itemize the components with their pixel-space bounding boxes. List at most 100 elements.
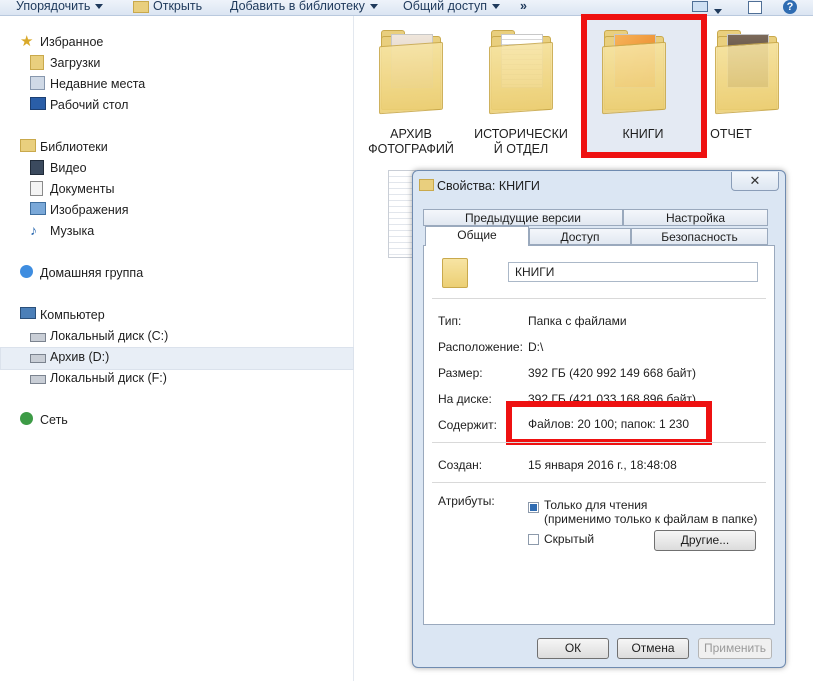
downloads-icon (30, 55, 44, 70)
tab-sharing[interactable]: Доступ (529, 228, 631, 245)
view-options-dropdown[interactable] (714, 4, 722, 18)
view-options-icon[interactable] (692, 1, 708, 12)
folder-front (715, 41, 779, 115)
tab-general[interactable]: Общие (425, 226, 529, 246)
folder-front (489, 41, 553, 115)
hidden-label: Скрытый (544, 532, 595, 546)
folder-label-line1: КНИГИ (622, 127, 664, 141)
more-commands-button[interactable]: » (520, 0, 527, 13)
folder-label-line2: Й ОТДЕЛ (493, 142, 549, 156)
nav-disk-f-label: Локальный диск (F:) (50, 371, 167, 385)
preview-pane-icon[interactable] (748, 1, 762, 14)
size-label: Размер: (438, 366, 483, 380)
folder-label-books: КНИГИ (598, 127, 688, 142)
drive-icon (30, 375, 46, 384)
type-value: Папка с файлами (528, 314, 627, 328)
cancel-button[interactable]: Отмена (617, 638, 689, 659)
nav-downloads-label: Загрузки (50, 56, 101, 70)
general-panel: КНИГИ Тип: Папка с файлами Расположение:… (423, 245, 775, 625)
folder-label-line1: ОТЧЕТ (710, 127, 752, 141)
folder-archive-photos[interactable] (379, 30, 443, 115)
organize-menu[interactable]: Упорядочить (16, 0, 104, 13)
close-icon: ✕ (749, 173, 761, 188)
folder-front (379, 41, 443, 115)
apply-button[interactable]: Применить (698, 638, 772, 659)
chevron-down-icon (714, 9, 722, 15)
hidden-checkbox[interactable] (528, 534, 539, 545)
nav-network-label: Сеть (40, 413, 68, 427)
close-button[interactable]: ✕ (731, 172, 779, 191)
nav-homegroup-label: Домашняя группа (40, 266, 144, 280)
nav-disk-d-label: Архив (D:) (50, 350, 110, 364)
contains-value: Файлов: 20 100; папок: 1 230 (528, 417, 690, 431)
folder-label-report: ОТЧЕТ (705, 127, 757, 142)
windows-drive-icon (30, 333, 46, 342)
open-label: Открыть (153, 0, 203, 13)
location-value: D:\ (528, 340, 544, 354)
folder-books[interactable] (602, 30, 666, 115)
other-attributes-button[interactable]: Другие... (654, 530, 756, 551)
chevron-down-icon (369, 4, 378, 10)
readonly-checkbox[interactable] (528, 502, 539, 513)
divider (432, 442, 766, 443)
chevron-down-icon (491, 4, 500, 10)
size-on-disk-label: На диске: (438, 392, 492, 406)
nav-computer-label: Компьютер (40, 308, 105, 322)
folder-label-archive: АРХИВ ФОТОГРАФИЙ (366, 127, 456, 157)
properties-dialog: Свойства: КНИГИ ✕ Предыдущие версии Наст… (412, 170, 786, 668)
nav-video-label: Видео (50, 161, 87, 175)
recent-places-icon (30, 76, 45, 90)
dialog-title: Свойства: КНИГИ (437, 179, 540, 193)
type-label: Тип: (438, 314, 462, 328)
created-value: 15 января 2016 г., 18:48:08 (528, 458, 677, 472)
drive-icon (30, 354, 46, 363)
folder-label-line1: ИСТОРИЧЕСКИ (474, 127, 568, 141)
help-icon[interactable]: ? (783, 0, 797, 14)
nav-favorites-label: Избранное (40, 35, 104, 49)
open-button[interactable]: Открыть (133, 0, 202, 13)
readonly-label: Только для чтения (544, 498, 648, 512)
nav-libraries-label: Библиотеки (40, 140, 108, 154)
organize-label: Упорядочить (16, 0, 91, 13)
share-menu[interactable]: Общий доступ (403, 0, 500, 13)
folder-icon (442, 258, 468, 288)
nav-desktop-label: Рабочий стол (50, 98, 129, 112)
share-label: Общий доступ (403, 0, 487, 13)
location-label: Расположение: (438, 340, 523, 354)
chevron-down-icon (95, 4, 104, 10)
readonly-note: (применимо только к файлам в папке) (544, 512, 758, 526)
folder-label-line1: АРХИВ (390, 127, 432, 141)
folder-label-history: ИСТОРИЧЕСКИ Й ОТДЕЛ (474, 127, 568, 157)
folder-report[interactable] (715, 30, 779, 115)
documents-icon (30, 181, 43, 196)
add-to-library-menu[interactable]: Добавить в библиотеку (230, 0, 378, 13)
folder-name-input[interactable]: КНИГИ (508, 262, 758, 282)
video-icon (30, 160, 44, 175)
folder-history-dept[interactable] (489, 30, 553, 115)
attributes-label: Атрибуты: (438, 494, 495, 508)
homegroup-icon (20, 265, 33, 278)
contains-label: Содержит: (438, 418, 497, 432)
tab-customize[interactable]: Настройка (623, 209, 768, 226)
nav-disk-c-label: Локальный диск (C:) (50, 329, 169, 343)
images-icon (30, 202, 46, 215)
divider (432, 482, 766, 483)
desktop-icon (30, 97, 46, 110)
star-icon: ★ (20, 33, 34, 50)
computer-icon (20, 307, 36, 319)
nav-documents-label: Документы (50, 182, 115, 196)
add-library-label: Добавить в библиотеку (230, 0, 365, 13)
music-icon: ♪ (30, 222, 37, 238)
ok-button[interactable]: ОК (537, 638, 609, 659)
folder-label-line2: ФОТОГРАФИЙ (368, 142, 454, 156)
tab-security[interactable]: Безопасность (631, 228, 768, 245)
folder-icon (419, 179, 434, 191)
divider (432, 298, 766, 299)
navigation-pane: ★ Избранное Загрузки Недавние места Рабо… (0, 16, 354, 681)
tab-previous-versions[interactable]: Предыдущие версии (423, 209, 623, 226)
folder-icon (133, 0, 149, 13)
nav-images-label: Изображения (50, 203, 129, 217)
libraries-icon (20, 139, 36, 152)
folder-front (602, 41, 666, 115)
nav-music-label: Музыка (50, 224, 95, 238)
